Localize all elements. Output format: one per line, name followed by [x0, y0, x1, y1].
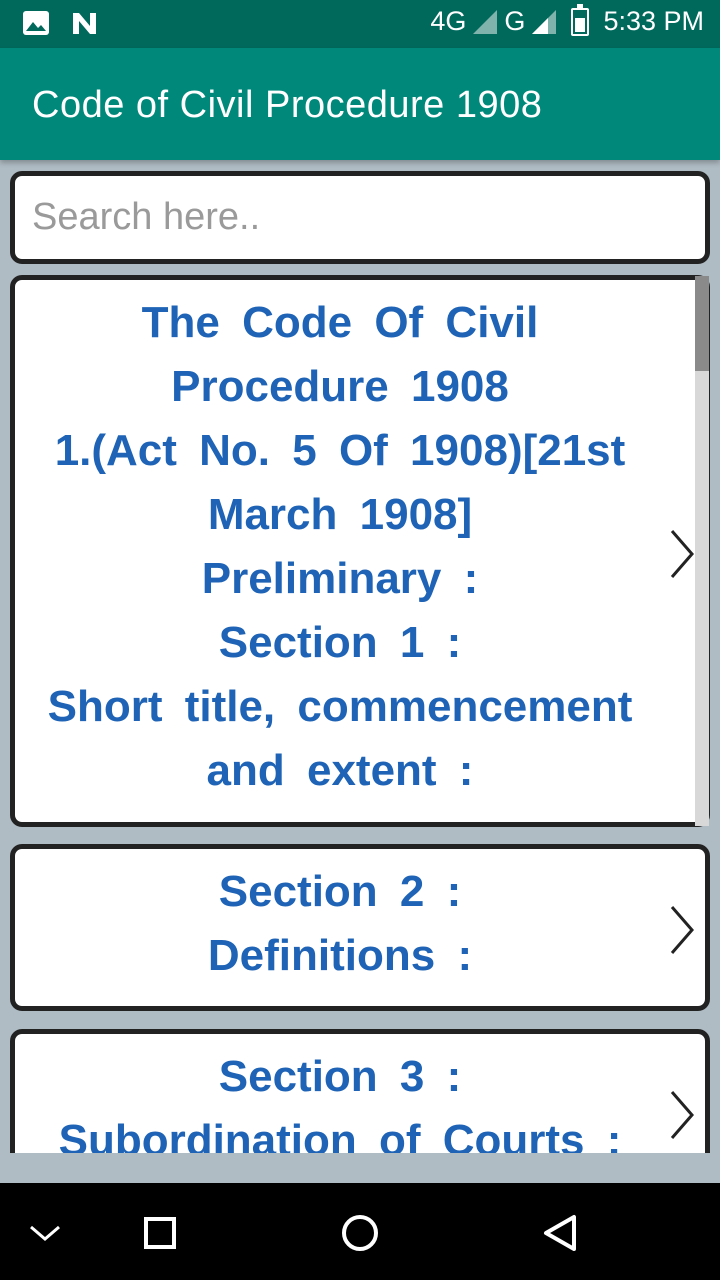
list-item-text: The Code Of Civil Procedure 1908 1.(Act … [15, 291, 665, 803]
list-item-line: Section 3 : [218, 1052, 462, 1101]
app-title: Code of Civil Procedure 1908 [32, 84, 543, 126]
network-g-label: G [504, 6, 526, 36]
list-item-line: and extent : [206, 746, 474, 795]
list-item-text: Section 2 : Definitions : [15, 860, 665, 988]
list-item-line: Definitions : [207, 931, 473, 980]
list-item-line: 1.(Act No. 5 Of 1908)[21st [54, 426, 626, 475]
n-notification-icon [73, 13, 96, 34]
list-item[interactable]: Section 3 : Subordination of Courts : [10, 1029, 710, 1153]
signal-icon [473, 9, 498, 34]
list-item-line: Preliminary : [201, 554, 479, 603]
home-circle-icon[interactable] [338, 1211, 382, 1255]
status-time: 5:33 PM [603, 6, 704, 36]
navigation-bar [0, 1183, 720, 1280]
back-triangle-icon[interactable] [538, 1211, 582, 1255]
list-item-line: Section 2 : [218, 867, 462, 916]
battery-icon [571, 3, 590, 36]
recents-square-icon[interactable] [138, 1211, 182, 1255]
search-input[interactable] [15, 176, 705, 259]
chevron-right-icon[interactable] [669, 1090, 695, 1140]
list-item[interactable]: The Code Of Civil Procedure 1908 1.(Act … [10, 275, 710, 827]
list-item-line: The Code Of Civil [141, 298, 539, 347]
signal-icon [532, 9, 557, 34]
list-item-line: Procedure 1908 [171, 362, 509, 411]
chevron-right-icon[interactable] [669, 905, 695, 955]
chevron-down-icon[interactable] [23, 1211, 67, 1255]
image-icon [23, 11, 49, 35]
content-area[interactable]: The Code Of Civil Procedure 1908 1.(Act … [0, 160, 720, 1153]
app-bar: Code of Civil Procedure 1908 [0, 48, 720, 160]
chevron-right-icon[interactable] [669, 529, 695, 579]
scrollbar-thumb[interactable] [695, 276, 709, 371]
list-item-line: March 1908] [207, 490, 473, 539]
list-item-line: Subordination of Courts : [58, 1116, 622, 1153]
list-item[interactable]: Section 2 : Definitions : [10, 844, 710, 1011]
list-item-line: Short title, commencement [47, 682, 633, 731]
search-box[interactable] [10, 171, 710, 264]
list-item-text: Section 3 : Subordination of Courts : [15, 1045, 665, 1153]
network-4g-label: 4G [430, 6, 467, 36]
list-item-line: Section 1 : [218, 618, 462, 667]
status-bar: 4G G 5:33 PM [0, 0, 720, 48]
